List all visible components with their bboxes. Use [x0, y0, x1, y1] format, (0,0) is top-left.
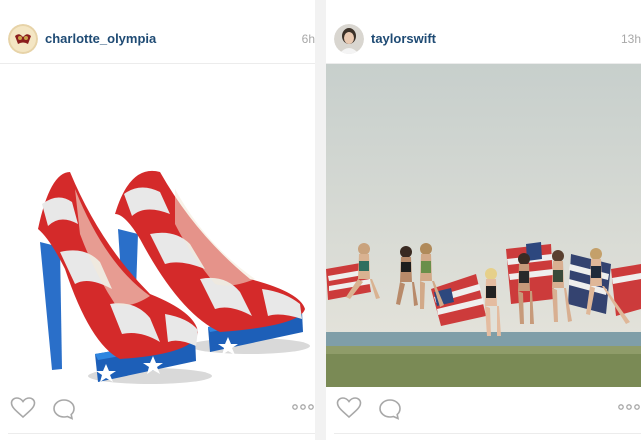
divider	[334, 433, 641, 434]
heart-icon[interactable]	[10, 397, 36, 424]
heart-icon[interactable]	[336, 397, 362, 424]
username-link[interactable]: charlotte_olympia	[45, 31, 156, 46]
feed-post-taylorswift: taylorswift 13h	[326, 0, 641, 440]
post-photo[interactable]	[326, 64, 641, 387]
more-options-icon[interactable]	[291, 399, 315, 415]
divider	[8, 433, 315, 434]
avatar[interactable]	[334, 24, 364, 54]
avatar[interactable]	[8, 24, 38, 54]
username-link[interactable]: taylorswift	[371, 31, 436, 46]
post-header: charlotte_olympia 6h	[0, 0, 315, 64]
post-actions	[326, 387, 641, 440]
post-header: taylorswift 13h	[326, 0, 641, 64]
column-divider	[315, 0, 326, 440]
post-timestamp: 13h	[620, 32, 641, 46]
feed-post-charlotte-olympia: charlotte_olympia 6h	[0, 0, 315, 440]
post-actions	[0, 387, 315, 440]
comment-bubble-icon[interactable]	[378, 398, 402, 425]
post-timestamp: 6h	[301, 32, 315, 46]
more-options-icon[interactable]	[617, 399, 641, 415]
post-photo[interactable]	[0, 64, 315, 387]
comment-bubble-icon[interactable]	[52, 398, 76, 425]
